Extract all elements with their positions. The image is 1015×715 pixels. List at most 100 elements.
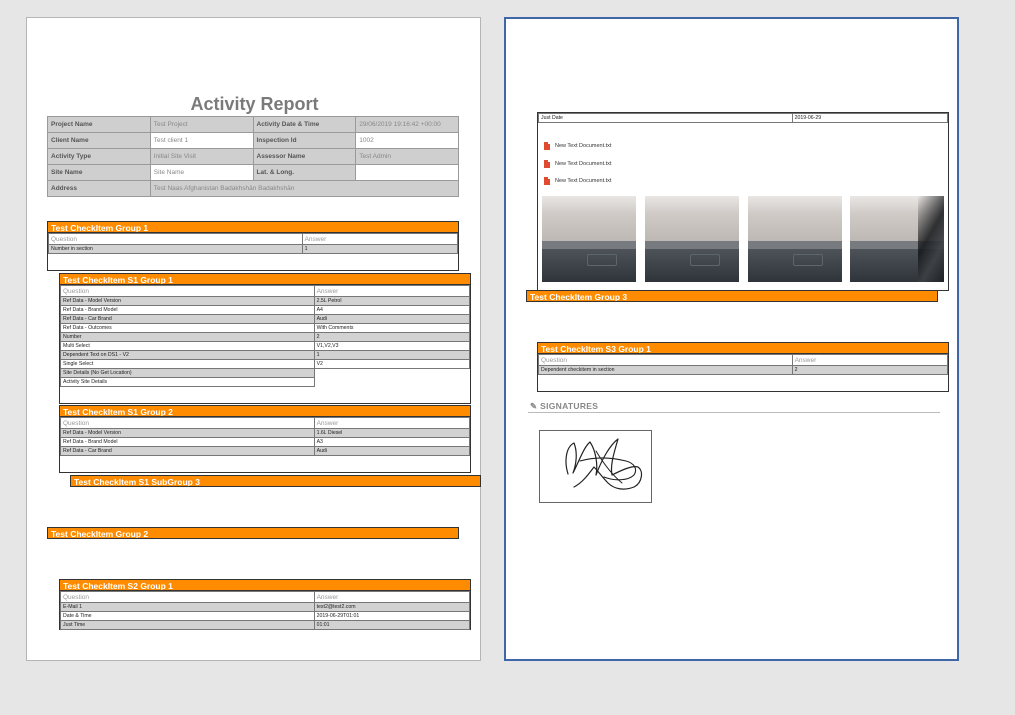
table-row: Ref Data - Model Version 1.6L Diesel — [60, 428, 471, 438]
table-row: Activity Site Details — [60, 377, 470, 387]
info-label: Address — [47, 180, 151, 197]
question-cell: Dependent checkitem in section — [538, 365, 793, 375]
attachment-name: New Text Document.txt — [555, 143, 612, 149]
qa-table: Question Answer Ref Data - Model Version… — [60, 417, 471, 456]
table-row: Site Details (No Get Location) — [60, 368, 470, 378]
info-label: Activity Date & Time — [252, 116, 357, 133]
table-row: Ref Data - Car Brand Audi — [60, 314, 471, 324]
attachment-name: New Text Document.txt — [555, 161, 612, 167]
column-header-answer: Answer — [313, 591, 471, 603]
question-cell: Ref Data - Model Version — [60, 296, 315, 306]
divider — [528, 412, 940, 413]
checkitem-section: Test CheckItem S1 Group 1 Question Answe… — [59, 273, 471, 404]
photo-thumbnail[interactable] — [850, 196, 944, 282]
info-row: Address Test Naas Afghanistan Badakhshān… — [47, 180, 460, 197]
section-header: Test CheckItem Group 2 — [47, 527, 459, 539]
qa-table: Question Answer Dependent checkitem in s… — [538, 354, 949, 375]
answer-cell: 2019-06-29 — [791, 113, 949, 123]
question-cell: Date & Time — [60, 611, 315, 621]
answer-cell: A3 — [313, 437, 471, 447]
info-value: Test Project — [149, 116, 254, 133]
info-label: Client Name — [47, 132, 151, 149]
checkitem-section: Test CheckItem Group 3 — [526, 290, 938, 302]
question-cell: Single Select — [60, 359, 315, 369]
checkitem-section: Test CheckItem S1 Group 2 Question Answe… — [59, 405, 471, 473]
section-header: Test CheckItem S1 Group 2 — [59, 405, 471, 417]
column-header-question: Question — [60, 417, 315, 429]
section-header: Test CheckItem S1 Group 1 — [59, 273, 471, 285]
answer-cell: With Comments — [313, 323, 471, 333]
table-row: Ref Data - Brand Model A3 — [60, 437, 471, 447]
column-header-answer: Answer — [791, 354, 949, 366]
column-header-answer: Answer — [301, 233, 459, 245]
info-value: 1002 — [355, 132, 459, 149]
info-value: 29/06/2019 19:16:42 +00:00 — [355, 116, 459, 133]
photo-thumbnail[interactable] — [748, 196, 842, 282]
pdf-file-icon — [544, 141, 550, 150]
report-page-2: Just Date 2019-06-29 New Text Document.t… — [504, 17, 959, 661]
pdf-file-icon — [544, 159, 550, 168]
section-header: Test CheckItem S2 Group 1 — [59, 579, 471, 591]
table-row: Number 2 — [60, 332, 471, 342]
qa-table: Question Answer Ref Data - Model Version… — [60, 285, 471, 387]
info-label: Activity Type — [47, 148, 151, 165]
attachment-name: New Text Document.txt — [555, 178, 612, 184]
column-header-question: Question — [60, 591, 315, 603]
info-row: Project Name Test Project Activity Date … — [47, 116, 459, 133]
attachment-link[interactable]: New Text Document.txt — [544, 176, 611, 186]
table-row: Dependent Text on DS1 - V2 1 — [60, 350, 471, 360]
info-value — [355, 164, 459, 181]
checkitem-section: Test CheckItem S1 SubGroup 3 — [70, 475, 481, 487]
section-header: Test CheckItem Group 3 — [526, 290, 938, 302]
section-header: Test CheckItem S3 Group 1 — [537, 342, 949, 354]
answer-cell: Audi — [313, 446, 471, 456]
table-row: Ref Data - Car Brand Audi — [60, 446, 471, 456]
answer-cell — [314, 368, 470, 378]
photo-thumbnail[interactable] — [645, 196, 739, 282]
table-row: Just Date 2019-06-29 — [538, 113, 949, 123]
info-row: Client Name Test client 1 Inspection Id … — [47, 132, 459, 149]
answer-cell — [314, 378, 469, 387]
info-value: Initial Site Visit — [149, 148, 254, 165]
signature-box — [539, 430, 652, 503]
qa-table: Question Answer Number in section 1 — [48, 233, 459, 254]
answer-cell: test2@test2.com — [313, 602, 471, 612]
attachment-link[interactable]: New Text Document.txt — [544, 141, 611, 151]
question-cell: Number — [60, 332, 315, 342]
info-value: Test client 1 — [149, 132, 254, 149]
answer-cell: 2 — [313, 332, 471, 342]
attachment-link[interactable]: New Text Document.txt — [544, 159, 611, 169]
column-header-question: Question — [538, 354, 793, 366]
table-row: Ref Data - Outcomes With Comments — [60, 323, 471, 333]
answer-cell: 1 — [313, 350, 471, 360]
question-cell: Activity Site Details — [60, 377, 315, 387]
question-cell: Number in section — [48, 244, 303, 254]
column-header-answer: Answer — [313, 285, 471, 297]
checkitem-section: Test CheckItem Group 2 — [47, 527, 459, 539]
photo-thumbnail[interactable] — [542, 196, 636, 282]
report-page-1: Activity Report Project Name Test Projec… — [26, 17, 481, 661]
table-row: Multi Select V1,V2,V3 — [60, 341, 471, 351]
question-cell: Multi Select — [60, 341, 315, 351]
table-row: E-Mail 1 test2@test2.com — [60, 602, 471, 612]
answer-cell: 2 — [791, 365, 949, 375]
question-cell: Site Details (No Get Location) — [60, 368, 315, 378]
report-title: Activity Report — [190, 94, 319, 114]
pdf-file-icon — [544, 176, 550, 185]
table-row: Ref Data - Brand Model A4 — [60, 305, 471, 315]
info-row: Site Name Site Name Lat. & Long. — [47, 164, 459, 181]
answer-cell: 2019-06-29T01:01 — [313, 611, 471, 621]
signatures-heading: ✎ SIGNATURES — [530, 401, 598, 412]
question-cell: Ref Data - Brand Model — [60, 305, 315, 315]
question-cell: Ref Data - Brand Model — [60, 437, 315, 447]
column-header-question: Question — [48, 233, 303, 245]
info-label: Project Name — [47, 116, 151, 133]
column-header-question: Question — [60, 285, 315, 297]
activity-info-table: Project Name Test Project Activity Date … — [47, 116, 460, 197]
table-row: Ref Data - Model Version 2.5L Petrol — [60, 296, 471, 306]
answer-cell: V2 — [313, 359, 471, 369]
table-row: Just Time 01:01 — [60, 620, 471, 630]
answer-cell: A4 — [313, 305, 471, 315]
signature-drawing — [565, 438, 643, 490]
question-cell: Ref Data - Car Brand — [60, 446, 315, 456]
